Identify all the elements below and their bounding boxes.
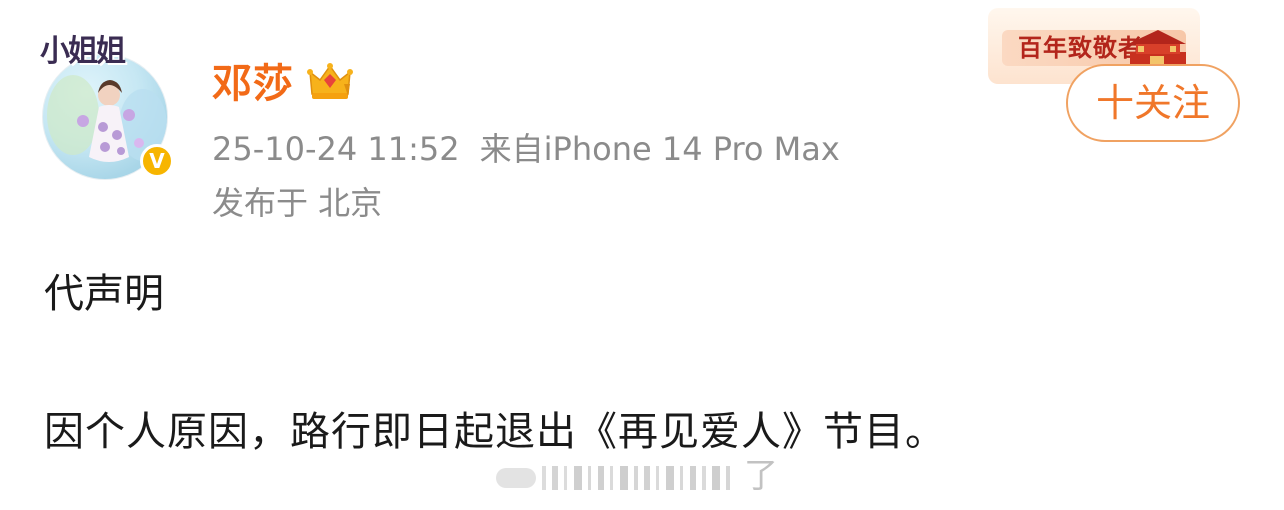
- post-timestamp[interactable]: 25-10-24 11:52: [212, 130, 460, 168]
- post-source: 来自iPhone 14 Pro Max: [479, 130, 840, 168]
- post-meta: 25-10-24 11:52 来自iPhone 14 Pro Max: [212, 126, 840, 172]
- username[interactable]: 邓莎: [212, 56, 294, 112]
- watermark-barcode: [496, 466, 730, 490]
- avatar-container[interactable]: 小姐姐 V: [40, 32, 174, 180]
- watermark-tail-text: 了: [744, 456, 778, 496]
- avatar-frame-text: 小姐姐: [40, 34, 126, 69]
- post-location: 发布于 北京: [212, 184, 383, 222]
- crown-icon[interactable]: [306, 60, 354, 104]
- watermark: 了: [496, 456, 786, 496]
- verified-icon: V: [140, 144, 174, 178]
- follow-button[interactable]: 十关注: [1066, 64, 1240, 142]
- post-text-line-1: 代声明: [44, 271, 164, 317]
- post-text-line-2: 因个人原因，路行即日起退出《再见爱人》节目。: [44, 409, 946, 455]
